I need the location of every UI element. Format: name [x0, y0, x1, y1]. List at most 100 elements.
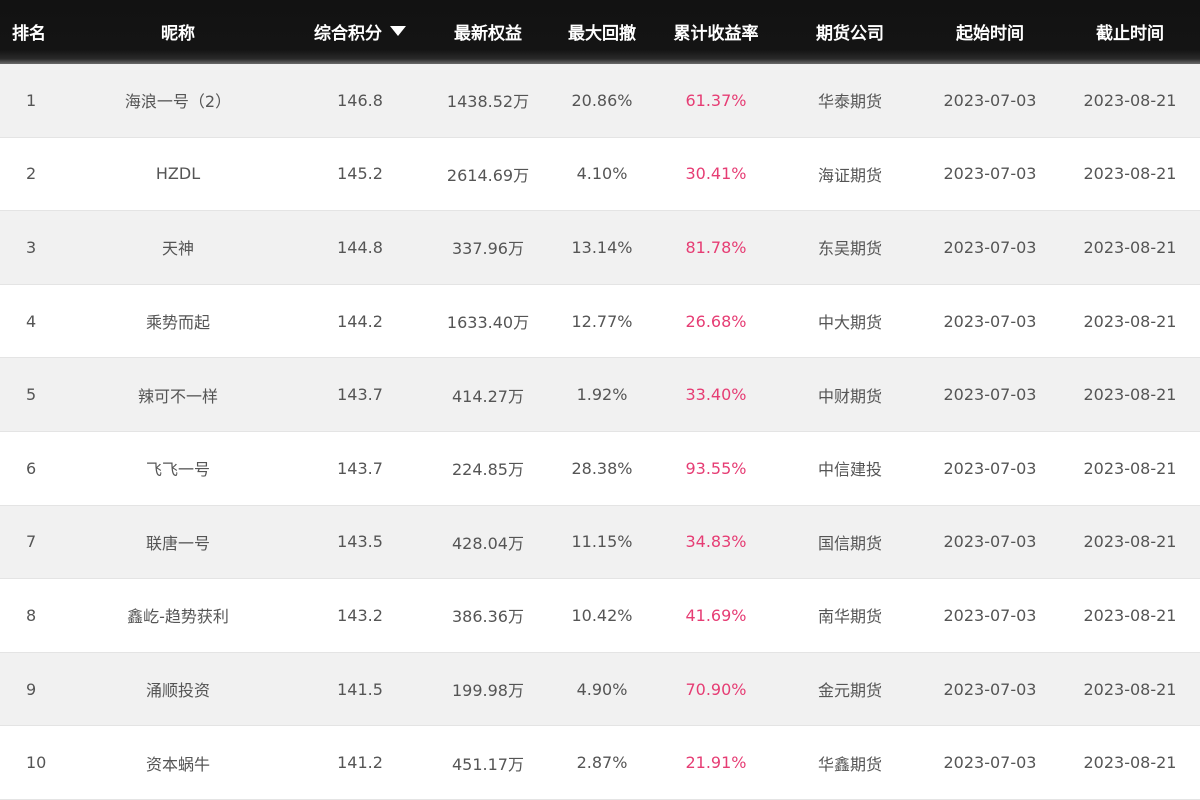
sort-desc-icon[interactable]: [390, 26, 406, 36]
header-return-label: 累计收益率: [673, 23, 759, 44]
header-rank-label: 排名: [12, 23, 46, 44]
start-date-cell: 2023-07-03: [943, 605, 1037, 625]
name-cell[interactable]: 资本蜗牛: [60, 726, 296, 799]
return-cell: 26.68%: [685, 311, 747, 331]
table-row[interactable]: 4 乘势而起 144.2 1633.40万 12.77% 26.68% 中大期货…: [0, 284, 1200, 359]
end-date-cell: 2023-08-21: [1083, 679, 1177, 699]
return-cell: 81.78%: [685, 237, 747, 257]
score-cell: 144.8: [337, 237, 383, 257]
name-cell[interactable]: 乘势而起: [60, 285, 296, 358]
header-firm[interactable]: 期货公司: [780, 0, 920, 63]
drawdown-cell: 20.86%: [571, 90, 633, 110]
table-row[interactable]: 2 HZDL 145.2 2614.69万 4.10% 30.41% 海证期货 …: [0, 137, 1200, 212]
header-start-label: 起始时间: [956, 23, 1024, 44]
drawdown-cell: 13.14%: [571, 237, 633, 257]
header-name[interactable]: 昵称: [60, 0, 296, 63]
header-start[interactable]: 起始时间: [920, 0, 1060, 63]
score-cell: 143.5: [337, 532, 383, 552]
equity-cell: 1438.52万: [446, 92, 530, 112]
rank-cell: 10: [26, 753, 47, 773]
table-row[interactable]: 10 资本蜗牛 141.2 451.17万 2.87% 21.91% 华鑫期货 …: [0, 726, 1200, 800]
end-date-cell: 2023-08-21: [1083, 164, 1177, 184]
return-cell: 61.37%: [685, 90, 747, 110]
score-cell: 145.2: [337, 164, 383, 184]
firm-cell: 中大期货: [817, 313, 882, 333]
name-cell[interactable]: 飞飞一号: [60, 432, 296, 505]
end-date-cell: 2023-08-21: [1083, 385, 1177, 405]
header-return[interactable]: 累计收益率: [652, 0, 780, 63]
equity-cell: 428.04万: [452, 533, 524, 553]
score-cell: 146.8: [337, 90, 383, 110]
header-drawdown[interactable]: 最大回撤: [552, 0, 652, 63]
start-date-cell: 2023-07-03: [943, 532, 1037, 552]
drawdown-cell: 2.87%: [576, 753, 628, 773]
rank-cell: 7: [26, 532, 37, 552]
name-cell[interactable]: 辣可不一样: [60, 358, 296, 431]
equity-cell: 2614.69万: [446, 165, 530, 185]
table-row[interactable]: 9 涌顺投资 141.5 199.98万 4.90% 70.90% 金元期货 2…: [0, 652, 1200, 727]
header-equity-label: 最新权益: [454, 23, 522, 44]
start-date-cell: 2023-07-03: [943, 311, 1037, 331]
name-cell[interactable]: 海浪一号（2）: [60, 64, 296, 137]
table-row[interactable]: 7 联唐一号 143.5 428.04万 11.15% 34.83% 国信期货 …: [0, 505, 1200, 580]
drawdown-cell: 28.38%: [571, 458, 633, 478]
equity-cell: 1633.40万: [446, 313, 530, 333]
start-date-cell: 2023-07-03: [943, 90, 1037, 110]
return-cell: 70.90%: [685, 679, 747, 699]
name-cell[interactable]: 联唐一号: [60, 506, 296, 579]
header-end[interactable]: 截止时间: [1060, 0, 1200, 63]
drawdown-cell: 4.90%: [576, 679, 628, 699]
end-date-cell: 2023-08-21: [1083, 532, 1177, 552]
header-firm-label: 期货公司: [816, 23, 884, 44]
rank-cell: 4: [26, 311, 37, 331]
header-equity[interactable]: 最新权益: [424, 0, 552, 63]
equity-cell: 337.96万: [452, 239, 524, 259]
table-row[interactable]: 5 辣可不一样 143.7 414.27万 1.92% 33.40% 中财期货 …: [0, 358, 1200, 432]
start-date-cell: 2023-07-03: [943, 164, 1037, 184]
drawdown-cell: 12.77%: [571, 311, 633, 331]
end-date-cell: 2023-08-21: [1083, 458, 1177, 478]
firm-cell: 国信期货: [817, 533, 882, 553]
start-date-cell: 2023-07-03: [943, 385, 1037, 405]
score-cell: 143.7: [337, 385, 383, 405]
header-score-sort-button[interactable]: 综合积分: [296, 0, 424, 63]
start-date-cell: 2023-07-03: [943, 753, 1037, 773]
end-date-cell: 2023-08-21: [1083, 237, 1177, 257]
firm-cell: 海证期货: [817, 165, 882, 185]
return-cell: 33.40%: [685, 385, 747, 405]
drawdown-cell: 10.42%: [571, 605, 633, 625]
table-row[interactable]: 8 鑫屹-趋势获利 143.2 386.36万 10.42% 41.69% 南华…: [0, 579, 1200, 653]
equity-cell: 224.85万: [452, 460, 524, 480]
header-end-label: 截止时间: [1096, 23, 1164, 44]
equity-cell: 199.98万: [452, 681, 524, 701]
table-header: 排名 昵称 综合积分 最新权益 最大回撤 累计收益率 期货公司 起始时间 截止时…: [0, 0, 1200, 64]
return-cell: 93.55%: [685, 458, 747, 478]
firm-cell: 金元期货: [817, 681, 882, 701]
return-cell: 30.41%: [685, 164, 747, 184]
start-date-cell: 2023-07-03: [943, 458, 1037, 478]
table-row[interactable]: 1 海浪一号（2） 146.8 1438.52万 20.86% 61.37% 华…: [0, 64, 1200, 138]
firm-cell: 东吴期货: [817, 239, 882, 259]
rank-cell: 2: [26, 164, 37, 184]
drawdown-cell: 4.10%: [576, 164, 628, 184]
score-cell: 141.5: [337, 679, 383, 699]
ranking-table: 排名 昵称 综合积分 最新权益 最大回撤 累计收益率 期货公司 起始时间 截止时…: [0, 0, 1200, 800]
end-date-cell: 2023-08-21: [1083, 90, 1177, 110]
drawdown-cell: 11.15%: [571, 532, 633, 552]
table-row[interactable]: 3 天神 144.8 337.96万 13.14% 81.78% 东吴期货 20…: [0, 211, 1200, 285]
score-cell: 143.2: [337, 605, 383, 625]
score-cell: 144.2: [337, 311, 383, 331]
name-cell[interactable]: 鑫屹-趋势获利: [60, 579, 296, 652]
header-rank[interactable]: 排名: [0, 0, 60, 63]
firm-cell: 华鑫期货: [817, 754, 882, 774]
score-cell: 143.7: [337, 458, 383, 478]
rank-cell: 6: [26, 458, 37, 478]
firm-cell: 南华期货: [817, 607, 882, 627]
name-cell[interactable]: HZDL: [60, 138, 296, 211]
equity-cell: 386.36万: [452, 607, 524, 627]
end-date-cell: 2023-08-21: [1083, 753, 1177, 773]
name-cell[interactable]: 涌顺投资: [60, 653, 296, 726]
table-row[interactable]: 6 飞飞一号 143.7 224.85万 28.38% 93.55% 中信建投 …: [0, 431, 1200, 506]
end-date-cell: 2023-08-21: [1083, 605, 1177, 625]
name-cell[interactable]: 天神: [60, 211, 296, 284]
